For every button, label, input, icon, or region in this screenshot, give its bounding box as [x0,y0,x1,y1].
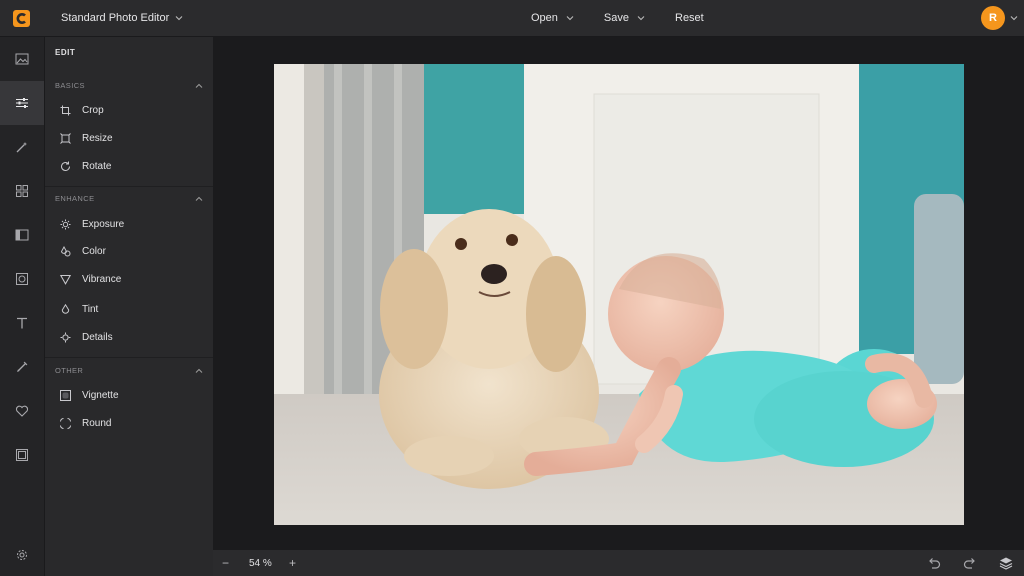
tool-color[interactable]: Color [60,241,200,261]
tool-resize[interactable]: Resize [60,128,200,148]
tool-label: Tint [82,303,99,315]
triangle-icon [60,274,71,285]
tool-label: Round [82,417,112,429]
edit-panel: EDIT BASICS Crop Resize Rotate ENHANCE E… [45,37,213,576]
section-label: OTHER [55,366,84,375]
tool-label: Details [82,331,113,343]
rail-focus[interactable] [0,257,44,301]
chevron-down-icon [175,16,183,21]
app-logo-icon[interactable] [13,10,30,27]
undo-icon[interactable] [927,556,941,570]
redo-icon[interactable] [963,556,977,570]
tool-label: Resize [82,132,113,144]
reset-button[interactable]: Reset [675,12,704,24]
rail-settings[interactable] [0,533,44,576]
rail-brush[interactable] [0,345,44,389]
sparkle-icon [60,332,71,342]
tool-vibrance[interactable]: Vibrance [60,269,200,289]
zoom-out-button[interactable]: − [222,556,229,570]
top-bar: Standard Photo Editor Open Save Reset R [0,0,1024,37]
reset-label: Reset [675,12,704,24]
divider [45,186,213,187]
vignette-icon [60,389,71,401]
tool-label: Vibrance [82,273,122,285]
crop-icon [60,105,71,115]
chevron-down-icon [637,16,645,21]
save-label: Save [603,12,629,24]
border-icon [16,449,28,461]
drop-icon [61,303,70,314]
tool-label: Color [82,245,106,257]
tool-details[interactable]: Details [60,327,200,347]
chevron-down-icon [566,16,574,21]
panel-title: EDIT [55,48,76,57]
tool-label: Exposure [82,218,125,230]
grid-icon [16,185,28,197]
gear-icon [17,550,27,560]
chevron-up-icon [195,368,203,373]
tool-tint[interactable]: Tint [60,299,200,319]
frame-layout-icon [15,229,29,241]
color-drops-icon [60,245,71,256]
tool-label: Crop [82,104,104,116]
rail-adjust[interactable] [0,81,44,125]
rail-grid[interactable] [0,169,44,213]
resize-icon [60,132,71,144]
open-label: Open [531,12,558,24]
zoom-level: 54 % [249,558,272,569]
section-label: ENHANCE [55,194,95,203]
rail-magic[interactable] [0,125,44,169]
document-title-menu[interactable]: Standard Photo Editor [61,12,183,24]
heart-icon [15,405,29,417]
section-enhance-header[interactable]: ENHANCE [55,194,203,203]
tool-vignette[interactable]: Vignette [60,385,200,405]
zoom-in-button[interactable]: + [289,556,296,570]
adjust-sliders-icon [16,98,28,108]
chevron-up-icon [195,83,203,88]
rotate-icon [61,161,71,171]
user-avatar[interactable]: R [981,6,1005,30]
save-button[interactable]: Save [604,12,645,24]
tool-label: Rotate [82,160,112,172]
rail-border[interactable] [0,433,44,477]
brush-icon [17,361,28,372]
section-other-header[interactable]: OTHER [55,366,203,375]
tool-exposure[interactable]: Exposure [60,214,200,234]
text-icon [17,317,27,329]
tool-label: Vignette [82,389,119,401]
divider [45,357,213,358]
document-title: Standard Photo Editor [61,12,170,24]
bottom-bar: − 54 % + [213,550,1024,576]
canvas-area [213,37,1024,550]
round-corners-icon [60,417,71,429]
tool-rail [0,37,45,576]
photo-image[interactable] [274,64,964,525]
tool-crop[interactable]: Crop [60,100,200,120]
layers-icon[interactable] [999,556,1013,570]
image-icon [15,53,29,65]
rail-layout[interactable] [0,213,44,257]
rail-favorites[interactable] [0,389,44,433]
rail-image[interactable] [0,37,44,81]
tool-round[interactable]: Round [60,413,200,433]
open-button[interactable]: Open [531,12,574,24]
tool-rotate[interactable]: Rotate [60,156,200,176]
rail-text[interactable] [0,301,44,345]
magic-wand-icon [16,142,27,153]
chevron-up-icon [195,196,203,201]
focus-icon [16,273,28,285]
sun-icon [60,219,71,229]
section-basics-header[interactable]: BASICS [55,81,203,90]
section-label: BASICS [55,81,85,90]
chevron-down-icon[interactable] [1010,15,1018,21]
